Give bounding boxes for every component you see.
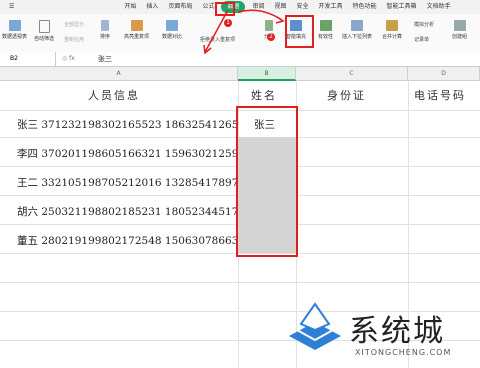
watermark-url: XITONGCHENG.COM <box>355 348 452 357</box>
watermark: 系统城 XITONGCHENG.COM <box>285 292 480 368</box>
watermark-brand: 系统城 <box>349 314 445 349</box>
logo-icon <box>289 302 341 350</box>
